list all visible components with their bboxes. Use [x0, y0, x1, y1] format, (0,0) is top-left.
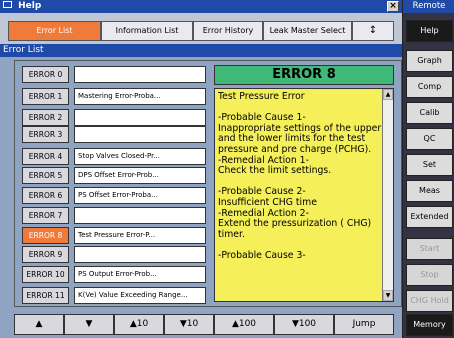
- up-100-button[interactable]: ▲100: [214, 314, 274, 335]
- error-field: PS Output Error-Prob...: [74, 266, 206, 283]
- down-100-button[interactable]: ▼100: [274, 314, 334, 335]
- detail-panel: Test Pressure Error -Probable Cause 1- I…: [214, 88, 394, 302]
- error-button[interactable]: ERROR 10: [22, 266, 69, 283]
- tab-leak-master-select[interactable]: Leak Master Select: [263, 21, 352, 41]
- error-field: PS Offset Error-Proba...: [74, 187, 206, 204]
- help-button[interactable]: Help: [406, 20, 453, 42]
- window-icon: [3, 1, 12, 8]
- error-field: Test Pressure Error-P...: [74, 227, 206, 244]
- error-button[interactable]: ERROR 5: [22, 167, 69, 184]
- error-button[interactable]: ERROR 1: [22, 88, 69, 105]
- close-button[interactable]: ×: [387, 1, 399, 12]
- error-button[interactable]: ERROR 7: [22, 207, 69, 224]
- error-button[interactable]: ERROR 11: [22, 287, 69, 304]
- qc-button[interactable]: QC: [406, 128, 453, 150]
- calib-button[interactable]: Calib: [406, 102, 453, 124]
- extended-button[interactable]: Extended: [406, 206, 453, 228]
- stop-button[interactable]: Stop: [406, 264, 453, 286]
- tab-row: Error List Information List Error Histor…: [0, 13, 402, 46]
- error-button[interactable]: ERROR 6: [22, 187, 69, 204]
- error-button[interactable]: ERROR 3: [22, 126, 69, 143]
- error-button[interactable]: ERROR 0: [22, 66, 69, 83]
- error-field: [74, 246, 206, 263]
- graph-button[interactable]: Graph: [406, 50, 453, 72]
- up-10-button[interactable]: ▲10: [114, 314, 164, 335]
- error-field: [74, 109, 206, 126]
- remote-title: Remote: [403, 0, 454, 13]
- jump-button[interactable]: Jump: [334, 314, 394, 335]
- bottom-nav: ▲ ▼ ▲10 ▼10 ▲100 ▼100 Jump: [0, 310, 402, 338]
- scroll-tabs-button[interactable]: ↕: [352, 21, 394, 41]
- memory-button[interactable]: Memory: [406, 314, 453, 336]
- error-field: DPS Offset Error-Prob...: [74, 167, 206, 184]
- error-field: [74, 66, 206, 83]
- list-header: Error List: [0, 44, 402, 57]
- tab-error-history[interactable]: Error History: [193, 21, 263, 41]
- remote-panel: Remote Help Graph Comp Calib QC Set Meas…: [402, 0, 454, 338]
- scroll-down-icon[interactable]: ▼: [383, 290, 393, 301]
- set-button[interactable]: Set: [406, 154, 453, 176]
- scroll-up-icon[interactable]: ▲: [383, 89, 393, 100]
- detail-text: Test Pressure Error -Probable Cause 1- I…: [218, 91, 382, 261]
- error-field: K(Ve) Value Exceeding Range...: [74, 287, 206, 304]
- meas-button[interactable]: Meas: [406, 180, 453, 202]
- error-field: Stop Valves Closed-Pr...: [74, 148, 206, 165]
- error-field: [74, 126, 206, 143]
- chg-hold-button[interactable]: CHG Hold: [406, 290, 453, 312]
- up-button[interactable]: ▲: [14, 314, 64, 335]
- tab-information-list[interactable]: Information List: [101, 21, 193, 41]
- error-button[interactable]: ERROR 2: [22, 109, 69, 126]
- detail-title: ERROR 8: [214, 65, 394, 85]
- error-field: Mastering Error-Proba...: [74, 88, 206, 105]
- down-10-button[interactable]: ▼10: [164, 314, 214, 335]
- detail-scrollbar[interactable]: ▲ ▼: [382, 89, 393, 301]
- down-button[interactable]: ▼: [64, 314, 114, 335]
- error-button-selected[interactable]: ERROR 8: [22, 227, 69, 244]
- title-bar: Help ×: [0, 0, 402, 13]
- start-button[interactable]: Start: [406, 238, 453, 260]
- tab-error-list[interactable]: Error List: [8, 21, 101, 41]
- error-button[interactable]: ERROR 9: [22, 246, 69, 263]
- error-field: [74, 207, 206, 224]
- window-title: Help: [18, 1, 42, 11]
- main-window: Help × Error List Information List Error…: [0, 0, 402, 338]
- error-button[interactable]: ERROR 4: [22, 148, 69, 165]
- comp-button[interactable]: Comp: [406, 76, 453, 98]
